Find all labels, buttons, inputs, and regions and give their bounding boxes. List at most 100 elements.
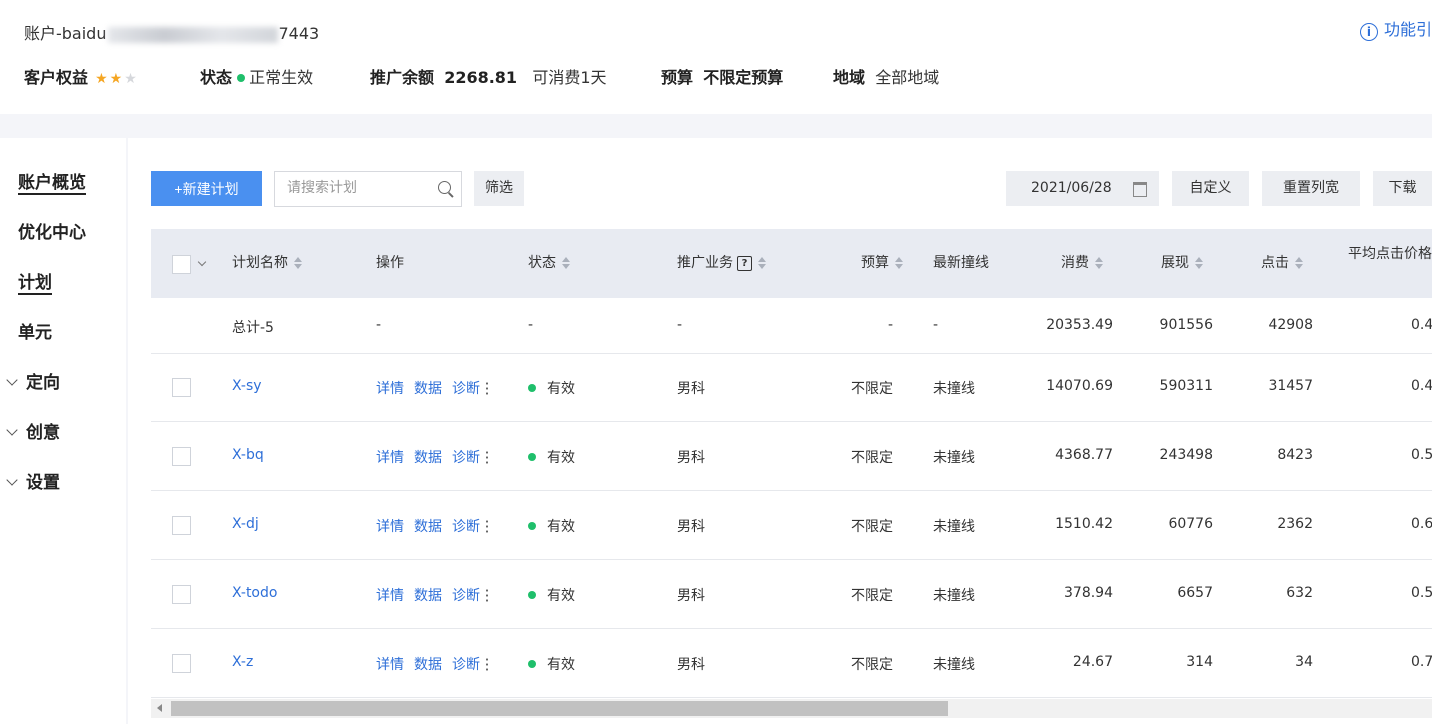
help-icon[interactable]: ? [737, 256, 752, 271]
op-link[interactable]: 诊断 [452, 450, 480, 466]
row-budget[interactable]: 不限定 [833, 378, 893, 398]
op-link[interactable]: 诊断 [452, 381, 480, 397]
row-budget[interactable]: 不限定 [833, 447, 893, 467]
more-icon[interactable] [486, 588, 488, 602]
sort-icon[interactable] [758, 256, 766, 270]
customize-button[interactable]: 自定义 [1172, 171, 1249, 206]
col-name[interactable]: 计划名称 [232, 229, 302, 298]
row-budget[interactable]: 不限定 [833, 654, 893, 674]
op-link[interactable]: 详情 [376, 381, 404, 397]
sidebar-item-optimization[interactable]: 优化中心 [18, 218, 86, 243]
sidebar-item-plan[interactable]: 计划 [18, 268, 52, 293]
horizontal-scrollbar[interactable] [151, 699, 1432, 718]
total-label: 总计-5 [232, 320, 274, 336]
search-input[interactable] [275, 172, 439, 204]
op-link[interactable]: 数据 [414, 588, 442, 604]
row-avg-cpc: 0.59 [1411, 585, 1432, 601]
row-avg-cpc: 0.72 [1411, 654, 1432, 670]
row-hit: 未撞线 [933, 657, 975, 673]
row-cost: 378.94 [1064, 585, 1113, 601]
row-cost: 1510.42 [1055, 516, 1113, 532]
plan-name-link[interactable]: X-dj [232, 516, 259, 532]
chevron-down-icon [6, 374, 18, 386]
sidebar-item-overview[interactable]: 账户概览 [18, 168, 86, 193]
scrollbar-thumb[interactable] [171, 701, 948, 716]
row-status: 有效 [528, 585, 575, 605]
col-avg-cpc[interactable]: 平均点击价格 [1341, 244, 1432, 284]
row-impressions: 243498 [1159, 447, 1213, 463]
op-link[interactable]: 数据 [414, 450, 442, 466]
sidebar-item-targeting[interactable]: 定向 [6, 368, 60, 393]
more-icon[interactable] [486, 450, 488, 464]
col-impressions[interactable]: 展现 [1161, 229, 1203, 298]
table-row: X-z 详情数据诊断 有效 男科 不限定 未撞线 24.67 314 34 0.72 [151, 629, 1432, 698]
total-impressions: 901556 [1159, 317, 1213, 333]
sort-icon[interactable] [1195, 256, 1203, 270]
sort-icon[interactable] [1095, 256, 1103, 270]
op-link[interactable]: 诊断 [452, 519, 480, 535]
row-hit: 未撞线 [933, 381, 975, 397]
scroll-left-arrow-icon[interactable] [157, 704, 162, 712]
download-button[interactable]: 下载 [1373, 171, 1432, 206]
op-link[interactable]: 诊断 [452, 588, 480, 604]
chevron-down-icon[interactable] [197, 257, 207, 267]
new-plan-button[interactable]: +新建计划 [151, 171, 262, 206]
row-impressions: 60776 [1168, 516, 1213, 532]
budget: 预算 不限定预算 [661, 68, 784, 87]
help-link[interactable]: i 功能引 [1359, 16, 1432, 41]
row-checkbox[interactable] [172, 447, 191, 466]
more-icon[interactable] [486, 381, 488, 395]
col-budget[interactable]: 预算 [861, 229, 903, 298]
op-link[interactable]: 诊断 [452, 657, 480, 673]
row-budget[interactable]: 不限定 [833, 516, 893, 536]
op-link[interactable]: 详情 [376, 450, 404, 466]
row-budget[interactable]: 不限定 [833, 585, 893, 605]
col-status[interactable]: 状态 [528, 229, 570, 298]
row-avg-cpc: 0.45 [1411, 378, 1432, 394]
op-link[interactable]: 详情 [376, 657, 404, 673]
row-checkbox[interactable] [172, 378, 191, 397]
col-cost[interactable]: 消费 [1061, 229, 1103, 298]
row-checkbox[interactable] [172, 516, 191, 535]
row-ops: 详情 数据 诊断 [376, 378, 498, 398]
total-cost: 20353.49 [1046, 317, 1113, 333]
col-clicks[interactable]: 点击 [1261, 229, 1303, 298]
sort-icon[interactable] [294, 256, 302, 270]
region: 地域 全部地域 [833, 68, 940, 87]
more-icon[interactable] [486, 519, 488, 533]
reset-width-button[interactable]: 重置列宽 [1262, 171, 1360, 206]
plan-name-link[interactable]: X-sy [232, 378, 262, 394]
rating-stars: ★ ★ ★ [93, 68, 137, 87]
row-checkbox[interactable] [172, 585, 191, 604]
search-box [274, 171, 462, 207]
col-business[interactable]: 推广业务? [677, 229, 766, 298]
sort-icon[interactable] [1295, 256, 1303, 270]
op-link[interactable]: 数据 [414, 657, 442, 673]
sidebar-item-creative[interactable]: 创意 [6, 418, 60, 443]
chevron-down-icon [6, 424, 18, 436]
sidebar-item-unit[interactable]: 单元 [18, 318, 52, 343]
filter-button[interactable]: 筛选 [474, 171, 524, 206]
date-picker[interactable]: 2021/06/28 [1006, 171, 1159, 206]
row-status: 有效 [528, 378, 575, 398]
op-link[interactable]: 数据 [414, 381, 442, 397]
col-ops: 操作 [376, 255, 404, 271]
col-hit: 最新撞线 [933, 255, 989, 271]
row-checkbox[interactable] [172, 654, 191, 673]
sort-icon[interactable] [895, 256, 903, 270]
row-impressions: 314 [1186, 654, 1213, 670]
op-link[interactable]: 详情 [376, 588, 404, 604]
op-link[interactable]: 详情 [376, 519, 404, 535]
search-icon[interactable] [438, 181, 451, 194]
plan-name-link[interactable]: X-bq [232, 447, 264, 463]
sort-icon[interactable] [562, 256, 570, 270]
total-avg-cpc: 0.47 [1411, 317, 1432, 333]
main-panel: +新建计划 筛选 2021/06/28 自定义 重置列宽 下载 计划名称 操作 … [128, 138, 1432, 724]
select-all-checkbox[interactable] [172, 255, 191, 274]
plan-name-link[interactable]: X-todo [232, 585, 277, 601]
op-link[interactable]: 数据 [414, 519, 442, 535]
sidebar-item-settings[interactable]: 设置 [6, 468, 60, 493]
more-icon[interactable] [486, 657, 488, 671]
plan-name-link[interactable]: X-z [232, 654, 253, 670]
status-dot [237, 74, 246, 82]
